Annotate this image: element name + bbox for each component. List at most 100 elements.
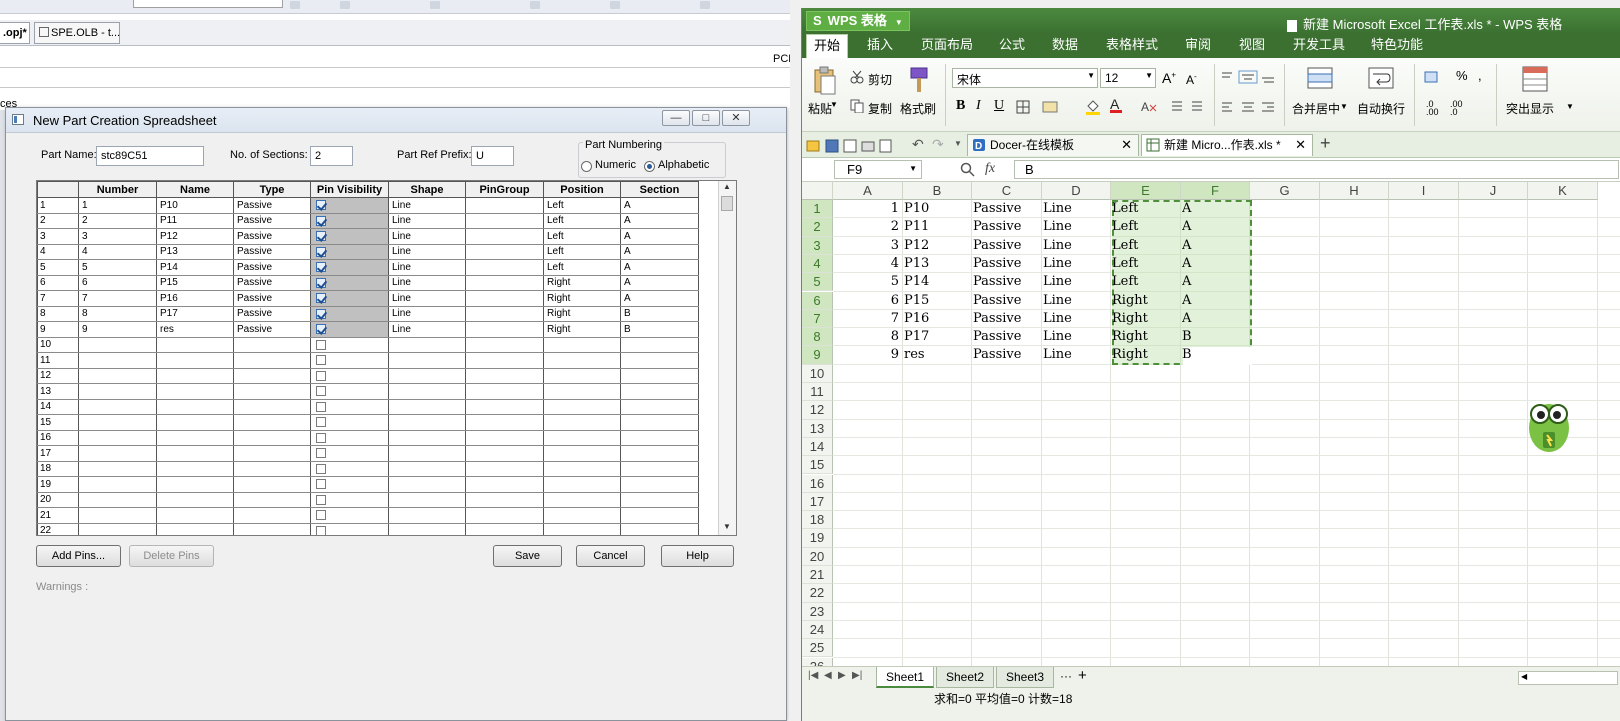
merge-center-icon[interactable] bbox=[1307, 66, 1333, 90]
table-row[interactable]: 2 2 P11 Passive Line Left A bbox=[37, 213, 699, 229]
number-cell[interactable]: 8 bbox=[78, 306, 157, 322]
row-header[interactable]: 3 bbox=[802, 236, 833, 255]
row-header[interactable]: 25 bbox=[802, 639, 833, 658]
section-cell[interactable] bbox=[620, 507, 699, 524]
cell-c9[interactable]: Passive bbox=[973, 346, 1041, 364]
row-number[interactable]: 8 bbox=[37, 306, 79, 322]
section-cell[interactable] bbox=[620, 414, 699, 431]
row-header[interactable]: 9 bbox=[802, 346, 833, 365]
pin-visibility-checkbox[interactable] bbox=[316, 262, 326, 273]
row-number[interactable]: 2 bbox=[37, 213, 79, 229]
pingroup-cell[interactable] bbox=[465, 461, 544, 477]
type-cell[interactable] bbox=[233, 445, 311, 462]
cell-f5[interactable]: A bbox=[1182, 273, 1249, 291]
table-row[interactable]: 6 6 P15 Passive Line Right A bbox=[37, 275, 699, 291]
type-cell[interactable] bbox=[233, 492, 311, 508]
numeric-radio[interactable] bbox=[581, 161, 592, 172]
number-cell[interactable]: 7 bbox=[78, 290, 157, 307]
pingroup-cell[interactable] bbox=[465, 275, 544, 291]
table-row[interactable]: 14 bbox=[37, 399, 699, 415]
section-cell[interactable] bbox=[620, 461, 699, 477]
more-sheets-icon[interactable]: ··· bbox=[1060, 669, 1072, 683]
section-cell[interactable] bbox=[620, 337, 699, 353]
prev-sheet-icon[interactable]: ◀ bbox=[824, 670, 832, 681]
row-header[interactable]: 21 bbox=[802, 566, 833, 585]
position-cell[interactable]: Left bbox=[543, 197, 621, 214]
type-cell[interactable]: Passive bbox=[233, 228, 311, 245]
table-row[interactable]: 5 5 P14 Passive Line Left A bbox=[37, 259, 699, 276]
row-header[interactable]: 11 bbox=[802, 383, 833, 402]
cell-style-icon[interactable] bbox=[1042, 100, 1058, 114]
name-cell[interactable] bbox=[156, 414, 234, 431]
row-header[interactable]: 22 bbox=[802, 584, 833, 603]
pin-visibility-checkbox[interactable] bbox=[316, 277, 326, 288]
cell-b5[interactable]: P14 bbox=[904, 273, 971, 291]
section-cell[interactable]: A bbox=[620, 213, 699, 229]
formula-input[interactable]: B bbox=[1014, 160, 1619, 179]
tab-project[interactable]: .opj* bbox=[0, 22, 30, 44]
row-number[interactable]: 12 bbox=[37, 368, 79, 384]
section-cell[interactable]: A bbox=[620, 275, 699, 291]
paste-icon[interactable] bbox=[812, 66, 838, 96]
tab-review[interactable]: 审阅 bbox=[1178, 34, 1218, 58]
number-cell[interactable]: 6 bbox=[78, 275, 157, 291]
pingroup-cell[interactable] bbox=[465, 399, 544, 415]
position-cell[interactable] bbox=[543, 383, 621, 400]
type-cell[interactable] bbox=[233, 337, 311, 353]
type-cell[interactable] bbox=[233, 352, 311, 369]
number-cell[interactable] bbox=[78, 352, 157, 369]
maximize-button[interactable]: □ bbox=[692, 110, 720, 126]
scissors-icon[interactable] bbox=[850, 70, 864, 84]
type-cell[interactable] bbox=[233, 399, 311, 415]
cell-d5[interactable]: Line bbox=[1043, 273, 1110, 291]
type-cell[interactable]: Passive bbox=[233, 306, 311, 322]
type-cell[interactable]: Passive bbox=[233, 290, 311, 307]
function-icon[interactable]: fx bbox=[985, 161, 995, 177]
pin-visibility-cell[interactable] bbox=[310, 321, 389, 338]
shape-cell[interactable]: Line bbox=[388, 259, 466, 276]
section-cell[interactable]: A bbox=[620, 290, 699, 307]
number-cell[interactable] bbox=[78, 523, 157, 535]
table-row[interactable]: 10 bbox=[37, 337, 699, 353]
row-header[interactable]: 17 bbox=[802, 492, 833, 512]
copy-icon[interactable] bbox=[850, 99, 864, 113]
number-cell[interactable]: 4 bbox=[78, 244, 157, 260]
position-cell[interactable] bbox=[543, 461, 621, 477]
number-cell[interactable] bbox=[78, 445, 157, 462]
zoom-icon[interactable] bbox=[960, 162, 976, 178]
tab-workbook[interactable]: 新建 Micro...作表.xls * ✕ bbox=[1141, 134, 1313, 156]
pin-visibility-checkbox[interactable] bbox=[316, 510, 326, 521]
shape-cell[interactable] bbox=[388, 399, 466, 415]
pingroup-cell[interactable] bbox=[465, 197, 544, 214]
cell-f3[interactable]: A bbox=[1182, 237, 1249, 255]
italic-icon[interactable]: I bbox=[976, 98, 981, 114]
numeric-label[interactable]: Numeric bbox=[595, 159, 636, 171]
pin-visibility-cell[interactable] bbox=[310, 228, 389, 245]
shape-cell[interactable]: Line bbox=[388, 306, 466, 322]
tab-home[interactable]: 开始 bbox=[806, 34, 848, 58]
pingroup-cell[interactable] bbox=[465, 383, 544, 400]
pin-visibility-cell[interactable] bbox=[310, 399, 389, 415]
table-row[interactable]: 22 bbox=[37, 523, 699, 535]
cell-a9[interactable]: 9 bbox=[834, 346, 902, 364]
assistant-mascot-icon[interactable] bbox=[1521, 392, 1569, 456]
type-cell[interactable] bbox=[233, 476, 311, 493]
cell-e2[interactable]: Left bbox=[1112, 218, 1180, 236]
type-cell[interactable] bbox=[233, 414, 311, 431]
pin-visibility-cell[interactable] bbox=[310, 461, 389, 477]
shape-cell[interactable]: Line bbox=[388, 228, 466, 245]
cell-b7[interactable]: P16 bbox=[904, 310, 971, 328]
redo-icon[interactable]: ↷ bbox=[932, 136, 944, 153]
position-cell[interactable] bbox=[543, 352, 621, 369]
shape-cell[interactable]: Line bbox=[388, 290, 466, 307]
pin-visibility-checkbox[interactable] bbox=[316, 246, 326, 257]
pin-visibility-checkbox[interactable] bbox=[316, 355, 326, 366]
shape-cell[interactable] bbox=[388, 383, 466, 400]
pingroup-cell[interactable] bbox=[465, 337, 544, 353]
row-number[interactable]: 14 bbox=[37, 399, 79, 415]
pin-visibility-checkbox[interactable] bbox=[316, 215, 326, 226]
add-pins-button[interactable]: Add Pins... bbox=[36, 545, 121, 567]
cell-e4[interactable]: Left bbox=[1112, 255, 1180, 273]
pin-visibility-checkbox[interactable] bbox=[316, 448, 326, 459]
pin-visibility-cell[interactable] bbox=[310, 523, 389, 535]
